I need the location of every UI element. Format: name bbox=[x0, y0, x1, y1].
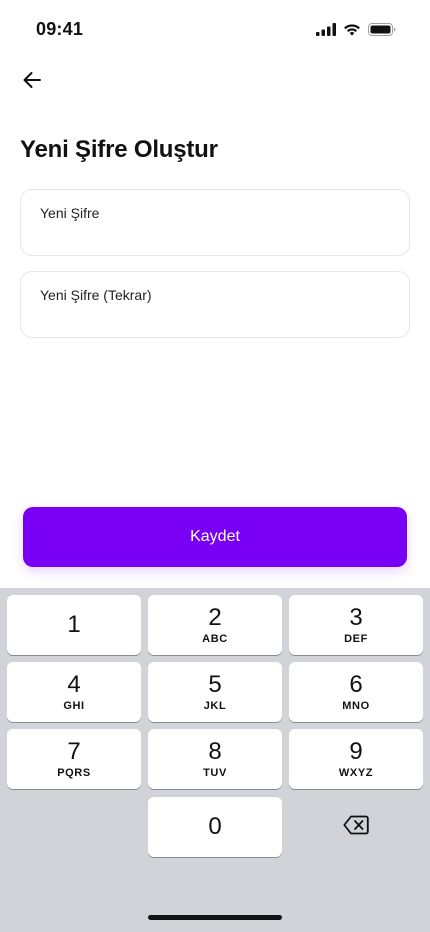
key-letters: DEF bbox=[344, 632, 368, 645]
key-letters: PQRS bbox=[57, 766, 91, 779]
key-letters: GHI bbox=[63, 699, 85, 712]
confirm-password-input[interactable] bbox=[21, 272, 409, 337]
home-indicator bbox=[148, 915, 282, 920]
key-digit: 7 bbox=[67, 737, 81, 765]
key-5[interactable]: 5 JKL bbox=[148, 662, 282, 722]
key-digit: 9 bbox=[349, 737, 363, 765]
key-digit: 6 bbox=[349, 670, 363, 698]
status-icons bbox=[316, 21, 396, 37]
backspace-icon bbox=[343, 815, 369, 840]
numeric-keypad: 1 2 ABC 3 DEF 4 GHI 5 JKL 6 MNO 7 PQRS 8… bbox=[0, 588, 430, 932]
cellular-signal-icon bbox=[316, 22, 336, 36]
key-digit: 0 bbox=[208, 813, 222, 840]
key-9[interactable]: 9 WXYZ bbox=[289, 729, 423, 789]
key-7[interactable]: 7 PQRS bbox=[7, 729, 141, 789]
key-letters: MNO bbox=[342, 699, 370, 712]
back-button[interactable] bbox=[16, 66, 48, 98]
status-time: 09:41 bbox=[36, 19, 84, 39]
key-digit: 2 bbox=[208, 603, 222, 631]
key-4[interactable]: 4 GHI bbox=[7, 662, 141, 722]
key-letters: ABC bbox=[202, 632, 228, 645]
key-letters: WXYZ bbox=[338, 766, 374, 779]
key-letters: JKL bbox=[203, 699, 227, 712]
key-8[interactable]: 8 TUV bbox=[148, 729, 282, 789]
battery-icon bbox=[368, 22, 396, 36]
key-digit: 3 bbox=[349, 603, 363, 631]
key-letters: TUV bbox=[203, 766, 227, 779]
save-button[interactable]: Kaydet bbox=[23, 507, 407, 567]
key-digit: 4 bbox=[67, 670, 81, 698]
key-2[interactable]: 2 ABC bbox=[148, 595, 282, 655]
new-password-input[interactable] bbox=[21, 190, 409, 255]
page-title: Yeni Şifre Oluştur bbox=[20, 136, 218, 163]
key-digit: 5 bbox=[208, 670, 222, 698]
key-digit: 1 bbox=[67, 611, 81, 638]
arrow-left-icon bbox=[22, 71, 42, 94]
delete-key[interactable] bbox=[289, 797, 423, 857]
new-password-field[interactable] bbox=[20, 189, 410, 256]
wifi-icon bbox=[343, 23, 361, 36]
key-1[interactable]: 1 bbox=[7, 595, 141, 655]
key-digit: 8 bbox=[208, 737, 222, 765]
confirm-password-field[interactable] bbox=[20, 271, 410, 338]
status-bar: 09:41 bbox=[0, 0, 430, 60]
key-3[interactable]: 3 DEF bbox=[289, 595, 423, 655]
key-0[interactable]: 0 bbox=[148, 797, 282, 857]
key-6[interactable]: 6 MNO bbox=[289, 662, 423, 722]
